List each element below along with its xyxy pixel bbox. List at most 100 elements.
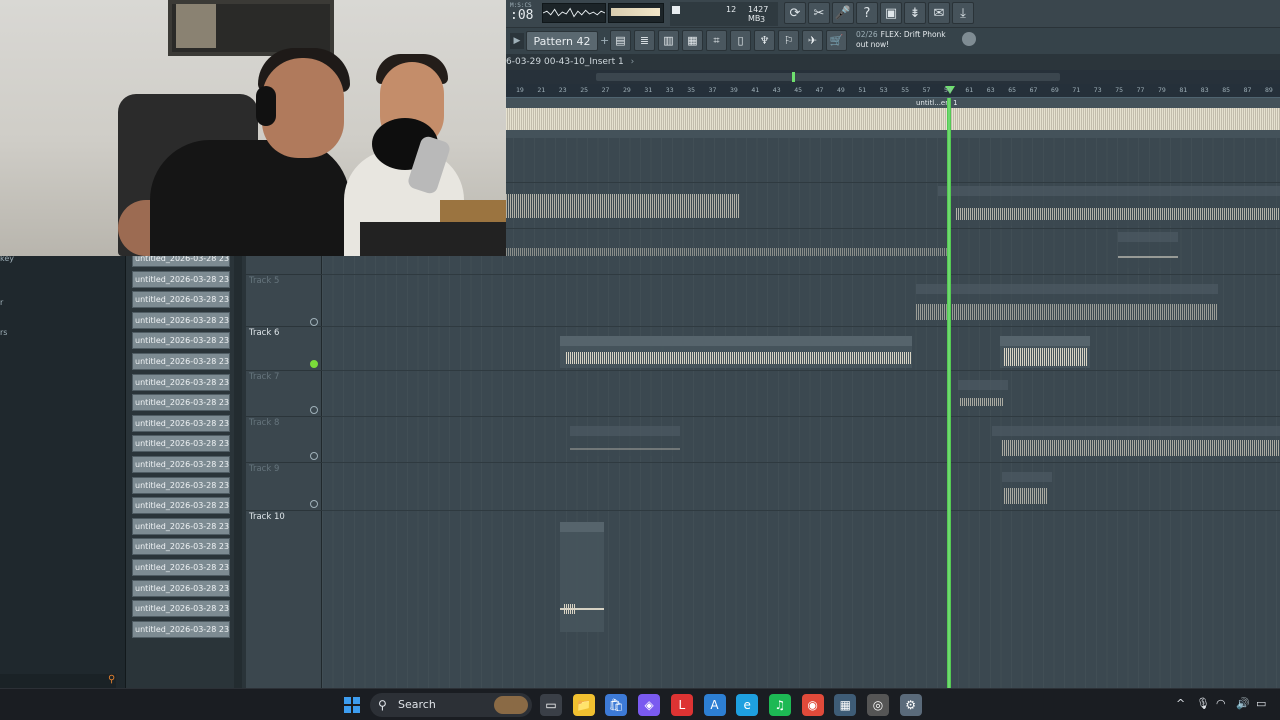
track-9-name[interactable]: Track 9 <box>249 464 279 474</box>
audio-clip[interactable]: untitled_2026-03-29 01-00-49_Insert 1 <box>992 426 1280 458</box>
spotify-icon[interactable]: ♫ <box>768 694 791 716</box>
clip-list-scrollbar[interactable] <box>234 256 242 688</box>
audio-clip[interactable]: untit...rt 1 <box>1002 472 1052 506</box>
battery-icon[interactable]: ▭ <box>1256 697 1266 710</box>
clip-list-item[interactable]: untitled_2026-03-28 23-... <box>132 620 230 638</box>
file-explorer-icon[interactable]: 📁 <box>572 694 595 716</box>
chrome-icon[interactable]: ◉ <box>801 694 824 716</box>
bar-number: 51 <box>858 86 867 94</box>
top-audio-track[interactable]: untitl...ert 1 <box>506 98 1280 138</box>
track-7-mute-toggle[interactable] <box>310 406 318 414</box>
clip-list-item[interactable]: untitled_2026-03-28 23-... <box>132 476 230 494</box>
track-10-name[interactable]: Track 10 <box>249 512 285 522</box>
settings-icon[interactable]: ⚙ <box>899 694 922 716</box>
download-icon[interactable]: ⤓ <box>952 2 974 24</box>
playlist-scrollbar[interactable] <box>506 70 1280 84</box>
stamp-icon[interactable]: ✈ <box>802 30 823 51</box>
track-5-mute-toggle[interactable] <box>310 318 318 326</box>
oscilloscope[interactable] <box>542 3 606 23</box>
piano-roll-icon[interactable]: ≣ <box>634 30 655 51</box>
browser-tag-rs[interactable]: rs <box>0 328 7 337</box>
save-icon[interactable]: ▣ <box>880 2 902 24</box>
task-view-icon[interactable]: ▭ <box>540 694 562 716</box>
browser-search-input[interactable] <box>0 674 116 688</box>
store-icon[interactable]: 🛍 <box>605 694 628 716</box>
audio-clip[interactable]: untit...rt 1 <box>958 380 1008 410</box>
clip-list-item[interactable]: untitled_2026-03-28 23-... <box>132 456 230 473</box>
pattern-play-icon[interactable]: ▶ <box>510 33 524 49</box>
track-5-name[interactable]: Track 5 <box>249 276 279 286</box>
clip-list-item[interactable]: untitled_2026-03-28 23-... <box>132 256 230 267</box>
track-8-mute-toggle[interactable] <box>310 452 318 460</box>
app-circle-icon[interactable]: ◎ <box>867 694 889 716</box>
edge-icon[interactable]: e <box>736 694 759 716</box>
stop-icon[interactable] <box>672 6 680 14</box>
audio-clip[interactable]: untitled_20...5_Insert 1 <box>1000 336 1090 368</box>
track-9-mute-toggle[interactable] <box>310 500 318 508</box>
track-8-name[interactable]: Track 8 <box>249 418 279 428</box>
mixer-icon[interactable]: ▦ <box>682 30 703 51</box>
pin-icon[interactable]: ⇟ <box>904 2 926 24</box>
master-volume[interactable] <box>608 3 664 23</box>
track-6-name[interactable]: Track 6 <box>249 328 279 338</box>
plugin-icon[interactable]: ▯ <box>730 30 751 51</box>
speaker-icon[interactable]: 🔊 <box>1236 697 1250 710</box>
clip-list-item[interactable]: untitled_2026-03-28 23-... <box>132 538 230 556</box>
clip-list-item[interactable]: untitled_2026-03-28 23-... <box>132 394 230 412</box>
windows-start-icon[interactable] <box>344 697 360 713</box>
add-pattern-button[interactable]: + <box>600 34 609 47</box>
clip-list-item[interactable]: untitled_2026-03-28 23-... <box>132 373 230 391</box>
clip-list-item[interactable]: untitled_2026-03-28 23-... <box>132 559 230 576</box>
audio-clip[interactable]: untitled_2026-03-28 23-09-14_Insert 1 <box>662 336 912 368</box>
chevron-up-icon[interactable]: ^ <box>1176 697 1185 710</box>
audio-clip[interactable]: untitled_202..14_Insert 1 <box>560 336 664 368</box>
time-display[interactable]: M:S:CS :08 <box>510 2 540 26</box>
clip-list-item[interactable]: untitled_2026-03-28 23-... <box>132 270 230 288</box>
news-update-icon[interactable] <box>962 32 976 46</box>
app-l-icon[interactable]: L <box>670 694 693 716</box>
audio-clip[interactable]: unti...rt 1 <box>560 522 604 632</box>
chat-icon[interactable]: ✉ <box>928 2 950 24</box>
mic-icon[interactable]: 🎙 <box>1196 697 1210 710</box>
app-a-icon[interactable]: A <box>703 694 726 716</box>
clip-list-item[interactable]: untitled_2026-03-28 23-... <box>132 517 230 535</box>
clip-list-item[interactable]: untitled_2026-03-28 23-... <box>132 332 230 350</box>
copilot-icon[interactable]: ◈ <box>638 694 661 716</box>
audio-clip[interactable]: untitled_2026-03-29 00-46-38_Insert 1 <box>938 186 1280 226</box>
clip-list-item[interactable]: untitled_2026-03-28 23-... <box>132 435 230 453</box>
browser-tag-r[interactable]: r <box>0 298 3 307</box>
search-icon[interactable]: ⚲ <box>108 674 120 686</box>
track-6-mute-toggle[interactable] <box>310 360 318 368</box>
cut-icon[interactable]: ✂ <box>808 2 830 24</box>
taskbar-search[interactable]: ⚲ Search <box>370 693 532 717</box>
clip-list-item[interactable]: untitled_2026-03-28 23-... <box>132 497 230 515</box>
channel-rack-icon[interactable]: ▥ <box>658 30 679 51</box>
clip-list-item[interactable]: untitled_2026-03-28 23-... <box>132 311 230 329</box>
record-icon[interactable]: ⚐ <box>778 30 799 51</box>
audio-clip[interactable]: untitled_2026-03-28 23-52-57_Insert 1 <box>916 284 1218 324</box>
pattern-selector[interactable]: Pattern 42 <box>526 31 598 51</box>
audio-waveform <box>916 304 1218 320</box>
bar-ruler[interactable]: 19 21 23 25 27 29 31 33 35 37 39 41 43 45 47 49 51 53 55 57… <box>506 84 1280 98</box>
playlist-icon[interactable]: ▤ <box>610 30 631 51</box>
clip-list-item[interactable]: untitled_2026-03-28 23-... <box>132 353 230 370</box>
mic-icon[interactable]: 🎤 <box>832 2 854 24</box>
help-icon[interactable]: ? <box>856 2 878 24</box>
playhead[interactable] <box>947 98 951 688</box>
clip-list-item[interactable]: untitled_2026-03-28 23-... <box>132 600 230 618</box>
clip-list-item[interactable]: untitled_2026-03-28 23-... <box>132 414 230 432</box>
clip-list-item[interactable]: untitled_2026-03-28 23-... <box>132 291 230 309</box>
shop-icon[interactable]: 🛒 <box>826 30 847 51</box>
tools-icon[interactable]: ♆ <box>754 30 775 51</box>
scrollbar-thumb[interactable] <box>596 73 1060 81</box>
loop-icon[interactable]: ⟳ <box>784 2 806 24</box>
clip-list-item[interactable]: untitled_2026-03-28 23-... <box>132 579 230 597</box>
track-7-name[interactable]: Track 7 <box>249 372 279 382</box>
news-panel[interactable]: 02/26 FLEX: Drift Phonk out now! <box>856 30 976 52</box>
fl-studio-icon[interactable]: ▦ <box>834 694 857 716</box>
audio-clip[interactable]: untitled_2026...5-43_Insert 1 <box>570 426 680 456</box>
browser-icon[interactable]: ⌗ <box>706 30 727 51</box>
audio-clip[interactable]: untit...rt 1 <box>1118 232 1178 268</box>
wifi-icon[interactable]: ◠ <box>1216 697 1226 710</box>
title-arrow-icon[interactable]: › <box>631 57 635 67</box>
